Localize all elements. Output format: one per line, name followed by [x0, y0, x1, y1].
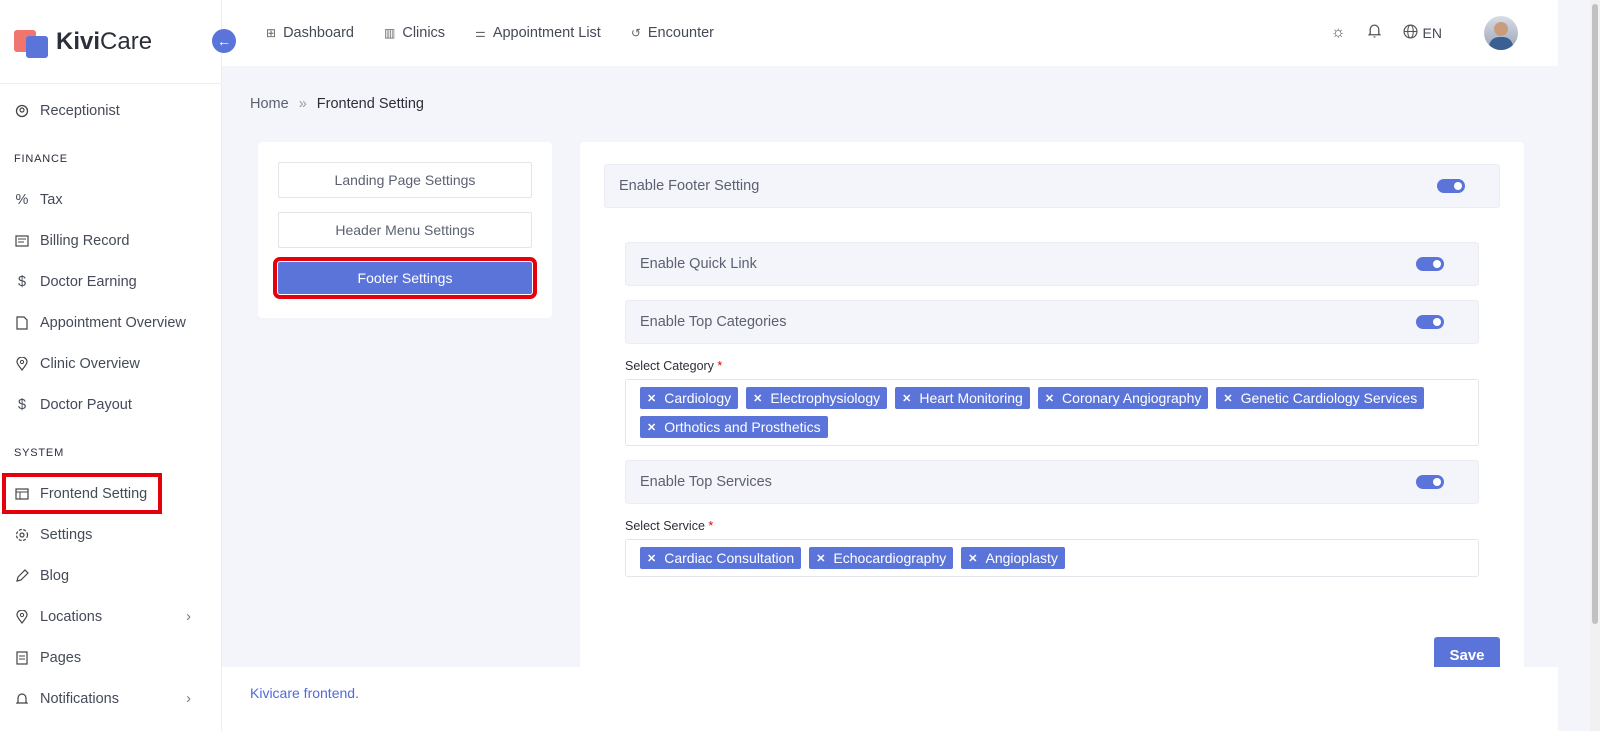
sliders-icon: ⚌: [475, 26, 486, 40]
remove-icon[interactable]: ✕: [753, 392, 762, 405]
sun-icon[interactable]: ☼: [1331, 24, 1346, 42]
category-tag[interactable]: ✕ Coronary Angiography: [1037, 387, 1209, 409]
pages-icon: [14, 650, 30, 666]
sidebar-item-receptionist[interactable]: Receptionist: [0, 90, 221, 131]
sidebar-item-locations[interactable]: Locations ›: [0, 596, 221, 637]
dollar-icon: $: [17, 396, 27, 413]
topnav-appointment-list[interactable]: ⚌ Appointment List: [475, 25, 601, 41]
enable-quick-link-toggle[interactable]: [1416, 257, 1444, 271]
bell-icon[interactable]: [1367, 23, 1381, 43]
select-category-label: Select Category *: [625, 359, 723, 373]
location-icon: [14, 609, 30, 625]
topnav-dashboard[interactable]: ⊞ Dashboard: [266, 25, 354, 41]
enable-top-categories-toggle[interactable]: [1416, 315, 1444, 329]
breadcrumb-home[interactable]: Home: [250, 96, 289, 112]
service-tag[interactable]: ✕ Echocardiography: [809, 547, 954, 569]
remove-icon[interactable]: ✕: [1045, 392, 1054, 405]
arrow-left-icon: ←: [217, 33, 231, 49]
globe-icon: [1403, 24, 1418, 42]
sidebar-item-pages[interactable]: Pages: [0, 637, 221, 678]
sidebar-collapse-button[interactable]: ←: [212, 29, 236, 53]
service-tag[interactable]: ✕ Angioplasty: [961, 547, 1065, 569]
topnav-clinics[interactable]: ▥ Clinics: [384, 25, 445, 41]
sidebar: KiviCare Receptionist FINANCE % Tax Bill…: [0, 0, 222, 731]
service-multiselect[interactable]: ✕ Cardiac Consultation ✕ Echocardiography …: [625, 539, 1479, 577]
category-tag[interactable]: ✕ Electrophysiology: [746, 387, 888, 409]
topbar-actions: ☼ EN: [1331, 0, 1518, 66]
sidebar-item-appointment-overview[interactable]: Appointment Overview: [0, 302, 221, 343]
topnav-encounter[interactable]: ↺ Encounter: [631, 25, 714, 41]
enable-footer-row: Enable Footer Setting: [604, 164, 1500, 208]
grid-icon: ⊞: [266, 26, 277, 40]
pencil-icon: [14, 568, 30, 584]
gear-icon: [14, 527, 30, 543]
percent-icon: %: [15, 191, 29, 208]
footer-settings-panel: Enable Footer Setting Enable Quick Link …: [580, 142, 1524, 702]
breadcrumb-current: Frontend Setting: [316, 96, 424, 112]
remove-icon[interactable]: ✕: [647, 552, 656, 565]
breadcrumb: Home » Frontend Setting: [250, 96, 424, 112]
sidebar-item-billing-record[interactable]: Billing Record: [0, 220, 221, 261]
chevron-right-icon: ›: [186, 608, 191, 625]
sidebar-section-finance: FINANCE: [14, 153, 68, 165]
bell-icon: [14, 691, 30, 707]
remove-icon[interactable]: ✕: [816, 552, 825, 565]
chevron-right-icon: ›: [186, 690, 191, 707]
category-multiselect[interactable]: ✕ Cardiology ✕ Electrophysiology ✕ Heart Mo…: [625, 379, 1479, 446]
user-avatar[interactable]: [1484, 16, 1518, 50]
sidebar-section-system: SYSTEM: [14, 447, 65, 459]
topbar: ⊞ Dashboard ▥ Clinics ⚌ Appointment List…: [222, 0, 1558, 66]
sidebar-item-blog[interactable]: Blog: [0, 555, 221, 596]
remove-icon[interactable]: ✕: [968, 552, 977, 565]
top-nav: ⊞ Dashboard ▥ Clinics ⚌ Appointment List…: [222, 25, 714, 41]
remove-icon[interactable]: ✕: [902, 392, 911, 405]
enable-top-services-toggle[interactable]: [1416, 475, 1444, 489]
remove-icon[interactable]: ✕: [647, 392, 656, 405]
remove-icon[interactable]: ✕: [647, 421, 656, 434]
sidebar-item-doctor-payout[interactable]: $ Doctor Payout: [0, 384, 221, 425]
billing-icon: [14, 233, 30, 249]
service-tag[interactable]: ✕ Cardiac Consultation: [640, 547, 802, 569]
category-tag[interactable]: ✕ Orthotics and Prosthetics: [640, 416, 828, 438]
sidebar-item-tax[interactable]: % Tax: [0, 179, 221, 220]
document-icon: [14, 315, 30, 331]
language-selector[interactable]: EN: [1403, 24, 1442, 42]
sidebar-item-notifications[interactable]: Notifications ›: [0, 678, 221, 719]
layout-icon: [14, 486, 30, 502]
page-scrollbar[interactable]: [1590, 0, 1600, 731]
sidebar-item-settings[interactable]: Settings: [0, 514, 221, 555]
select-service-label: Select Service *: [625, 519, 714, 533]
footer-settings-button[interactable]: Footer Settings: [273, 257, 537, 299]
sidebar-item-frontend-setting[interactable]: Frontend Setting: [2, 473, 162, 514]
page-footer: Kivicare frontend.: [222, 667, 1558, 731]
enable-quick-link-row: Enable Quick Link: [625, 242, 1479, 286]
brand-name: KiviCare: [56, 27, 153, 55]
sidebar-item-doctor-earning[interactable]: $ Doctor Earning: [0, 261, 221, 302]
category-tag[interactable]: ✕ Genetic Cardiology Services: [1216, 387, 1425, 409]
history-icon: ↺: [630, 26, 641, 40]
enable-top-services-row: Enable Top Services: [625, 460, 1479, 504]
enable-top-categories-row: Enable Top Categories: [625, 300, 1479, 344]
building-icon: ▥: [384, 26, 396, 40]
location-pin-icon: [14, 356, 30, 372]
enable-footer-toggle[interactable]: [1437, 179, 1465, 193]
category-tag[interactable]: ✕ Cardiology: [640, 387, 739, 409]
header-menu-settings-button[interactable]: Header Menu Settings: [278, 212, 532, 248]
kivicare-frontend-link[interactable]: Kivicare frontend: [250, 685, 355, 701]
dollar-icon: $: [17, 273, 27, 290]
brand[interactable]: KiviCare: [0, 0, 221, 84]
sidebar-item-clinic-overview[interactable]: Clinic Overview: [0, 343, 221, 384]
remove-icon[interactable]: ✕: [1223, 392, 1232, 405]
category-tag[interactable]: ✕ Heart Monitoring: [895, 387, 1030, 409]
settings-menu-card: Landing Page Settings Header Menu Settin…: [258, 142, 552, 318]
receptionist-icon: [14, 103, 30, 119]
kivicare-logo-icon: [14, 24, 50, 60]
double-chevron-icon: »: [298, 96, 307, 112]
sidebar-nav: Receptionist FINANCE % Tax Billing Recor…: [0, 84, 221, 719]
landing-page-settings-button[interactable]: Landing Page Settings: [278, 162, 532, 198]
